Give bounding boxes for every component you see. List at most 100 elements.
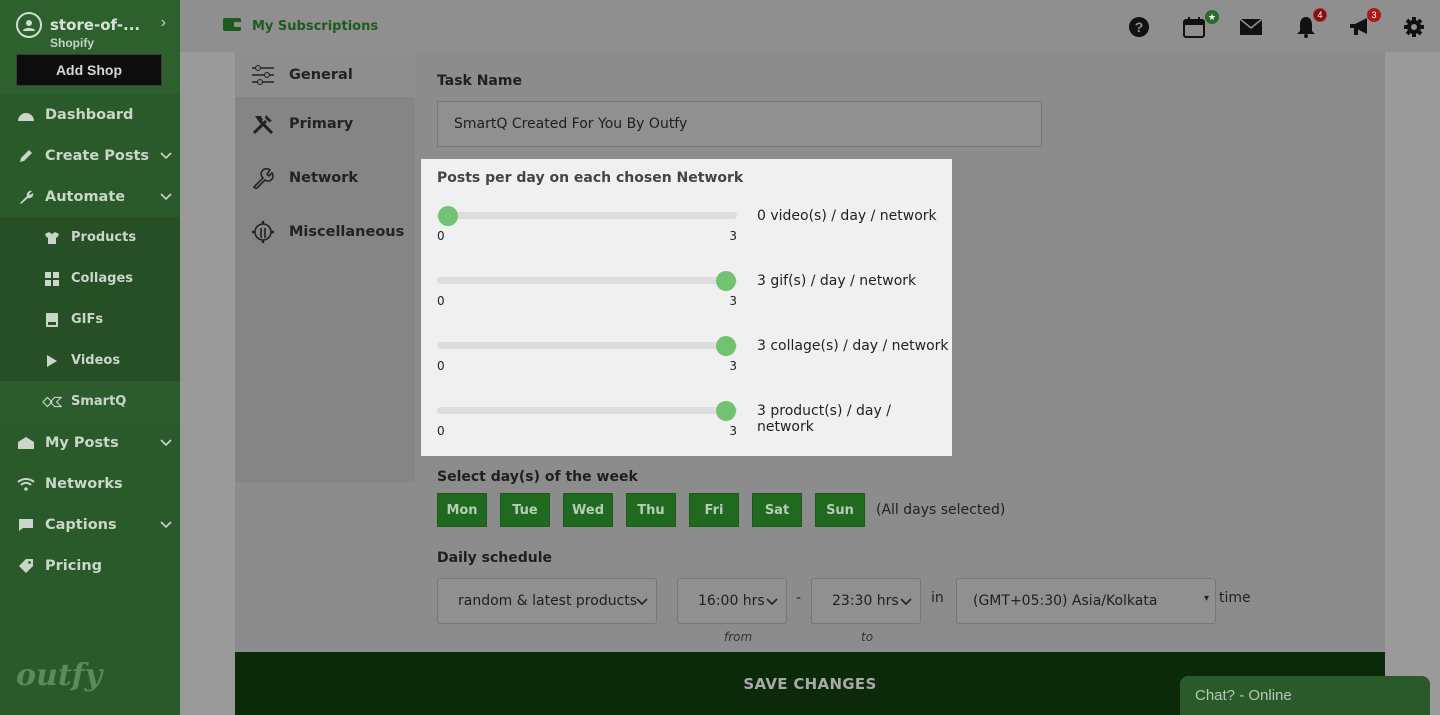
- sidebar-item-smartq[interactable]: SmartQ: [0, 381, 180, 422]
- in-text: in: [931, 590, 944, 606]
- tab-label: Primary: [289, 116, 354, 132]
- sidebar-item-gifs[interactable]: GIFs: [0, 299, 180, 340]
- bell-icon[interactable]: 4: [1293, 8, 1327, 40]
- sidebar-item-label: GIFs: [71, 312, 104, 327]
- wrench-icon: [16, 187, 36, 207]
- add-shop-button[interactable]: Add Shop: [16, 54, 162, 86]
- video-count-label: 0 video(s) / day / network: [757, 208, 937, 224]
- slider-min: 0: [437, 294, 445, 308]
- tab-miscellaneous[interactable]: Miscellaneous: [235, 205, 415, 259]
- sidebar-item-my-posts[interactable]: My Posts: [0, 422, 180, 463]
- announcement-badge: 3: [1367, 8, 1381, 22]
- gif-slider[interactable]: 0 3: [437, 263, 737, 308]
- calendar-icon[interactable]: ★: [1181, 10, 1219, 40]
- slider-max: 3: [729, 424, 737, 438]
- sidebar-item-videos[interactable]: Videos: [0, 340, 180, 381]
- help-icon[interactable]: ?: [1126, 14, 1152, 40]
- from-time-select[interactable]: 16:00 hrs: [677, 578, 787, 624]
- slider-thumb[interactable]: [716, 271, 736, 291]
- sidebar-item-automate[interactable]: Automate: [0, 176, 180, 217]
- sidebar-nav: Dashboard Create Posts Automate Products…: [0, 94, 180, 586]
- grid-icon: [42, 269, 62, 289]
- shop-name: store-of-...: [50, 16, 141, 34]
- tab-network[interactable]: Network: [235, 151, 415, 205]
- chat-widget[interactable]: Chat? - Online: [1180, 676, 1430, 715]
- sidebar: store-of-... Shopify › Add Shop Dashboar…: [0, 0, 180, 715]
- sidebar-item-products[interactable]: Products: [0, 217, 180, 258]
- sidebar-item-label: Collages: [71, 271, 134, 286]
- play-icon: [42, 351, 62, 371]
- slider-track: [437, 277, 737, 284]
- caret-down-icon: ▾: [1203, 593, 1209, 604]
- tab-primary[interactable]: Primary: [235, 97, 415, 151]
- shop-switcher[interactable]: store-of-... Shopify › Add Shop: [0, 0, 180, 94]
- sidebar-item-pricing[interactable]: Pricing: [0, 545, 180, 586]
- sidebar-item-label: Pricing: [45, 557, 103, 574]
- task-name-input[interactable]: SmartQ Created For You By Outfy: [437, 101, 1042, 147]
- day-selector: Mon Tue Wed Thu Fri Sat Sun (All days se…: [437, 493, 1005, 527]
- mail-icon[interactable]: [1238, 14, 1264, 40]
- day-button-fri[interactable]: Fri: [689, 493, 739, 527]
- tab-general[interactable]: General: [235, 52, 415, 97]
- timezone-select[interactable]: (GMT+05:30) Asia/Kolkata ▾: [956, 578, 1216, 624]
- day-button-mon[interactable]: Mon: [437, 493, 487, 527]
- top-bar: My Subscriptions ? ★ 4 3: [180, 0, 1440, 52]
- comment-icon: [16, 515, 36, 535]
- chevron-down-icon: [160, 517, 172, 533]
- tab-label: Network: [289, 170, 359, 186]
- day-button-tue[interactable]: Tue: [500, 493, 550, 527]
- slider-max: 3: [729, 294, 737, 308]
- chevron-down-icon: [900, 594, 912, 610]
- megaphone-icon[interactable]: 3: [1347, 8, 1381, 40]
- sidebar-item-label: Videos: [71, 353, 121, 368]
- sidebar-item-collages[interactable]: Collages: [0, 258, 180, 299]
- day-button-thu[interactable]: Thu: [626, 493, 676, 527]
- timezone-value: (GMT+05:30) Asia/Kolkata: [973, 593, 1158, 609]
- chevron-down-icon: [636, 594, 648, 610]
- task-name-label: Task Name: [437, 73, 522, 89]
- slider-thumb[interactable]: [716, 401, 736, 421]
- source-value: random & latest products: [458, 593, 638, 609]
- sidebar-item-label: SmartQ: [71, 394, 127, 409]
- sidebar-item-captions[interactable]: Captions: [0, 504, 180, 545]
- slider-max: 3: [729, 229, 737, 243]
- tag-icon: [16, 556, 36, 576]
- slider-min: 0: [437, 229, 445, 243]
- day-button-sat[interactable]: Sat: [752, 493, 802, 527]
- product-slider[interactable]: 0 3: [437, 393, 737, 438]
- days-note: (All days selected): [876, 502, 1006, 518]
- sidebar-item-label: Create Posts: [45, 147, 150, 164]
- sidebar-item-dashboard[interactable]: Dashboard: [0, 94, 180, 135]
- my-subscriptions-link[interactable]: My Subscriptions: [222, 16, 378, 36]
- collage-slider[interactable]: 0 3: [437, 328, 737, 373]
- gear-wrench-icon: [251, 220, 275, 244]
- slider-min: 0: [437, 424, 445, 438]
- sidebar-item-create-posts[interactable]: Create Posts: [0, 135, 180, 176]
- svg-text:?: ?: [1135, 19, 1144, 35]
- tools-icon: [251, 113, 275, 135]
- pencil-icon: [16, 146, 36, 166]
- slider-thumb[interactable]: [438, 206, 458, 226]
- gear-icon[interactable]: [1401, 14, 1427, 40]
- tab-label: General: [289, 66, 353, 83]
- day-button-wed[interactable]: Wed: [563, 493, 613, 527]
- gif-count-label: 3 gif(s) / day / network: [757, 273, 917, 289]
- sidebar-item-label: Dashboard: [45, 106, 134, 123]
- wrench-icon: [251, 167, 275, 189]
- wifi-icon: [16, 474, 36, 494]
- shirt-icon: [42, 228, 62, 248]
- slider-min: 0: [437, 359, 445, 373]
- to-time-select[interactable]: 23:30 hrs: [811, 578, 921, 624]
- slider-thumb[interactable]: [716, 336, 736, 356]
- notification-badge: 4: [1313, 8, 1327, 22]
- video-slider[interactable]: 0 3: [437, 198, 737, 243]
- slider-track: [437, 342, 737, 349]
- days-label: Select day(s) of the week: [437, 469, 638, 485]
- from-caption: from: [724, 630, 753, 644]
- sidebar-item-networks[interactable]: Networks: [0, 463, 180, 504]
- collage-count-label: 3 collage(s) / day / network: [757, 338, 949, 354]
- source-select[interactable]: random & latest products: [437, 578, 657, 624]
- day-button-sun[interactable]: Sun: [815, 493, 865, 527]
- range-dash: -: [796, 590, 802, 606]
- shop-platform: Shopify: [50, 36, 94, 50]
